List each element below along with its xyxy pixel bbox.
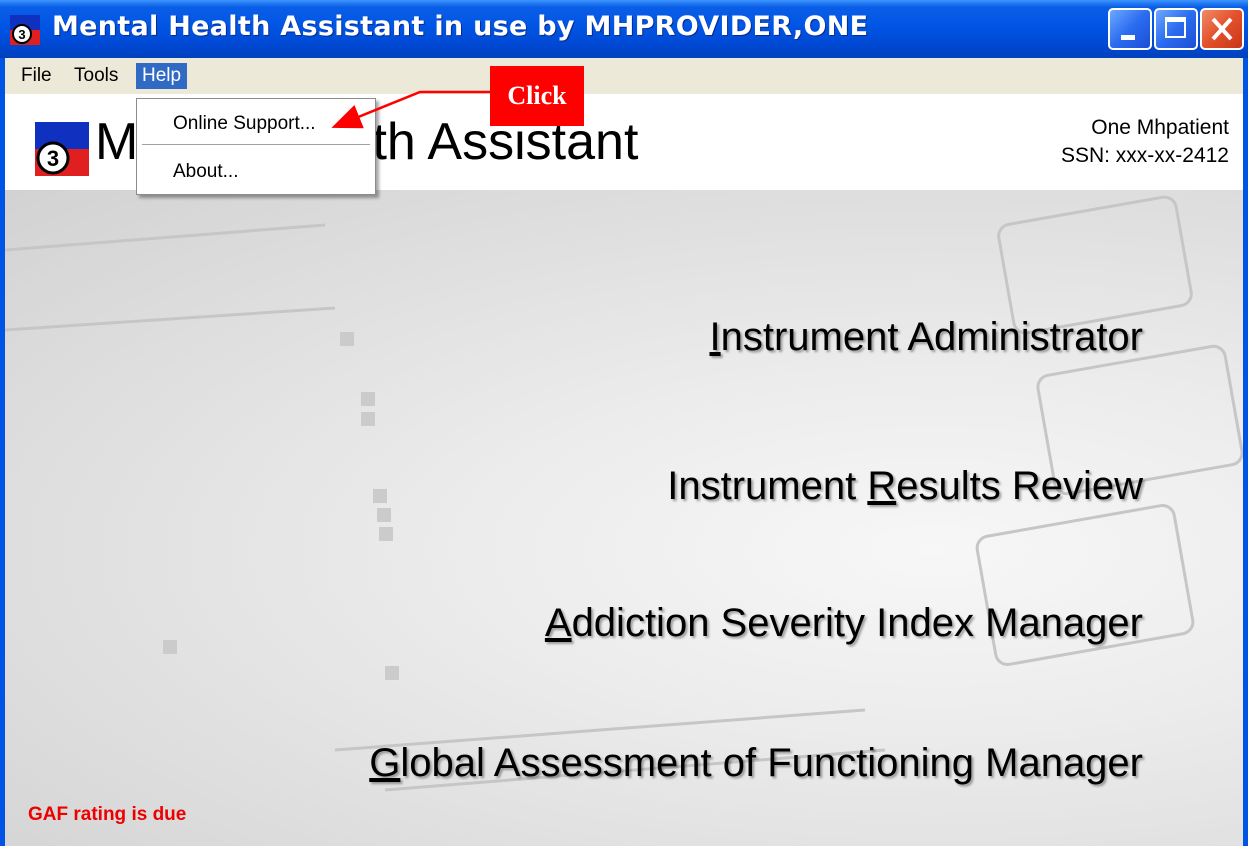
instrument-administrator-link[interactable]: Instrument Administrator [709, 315, 1143, 360]
menu-about[interactable]: About... [173, 161, 239, 183]
menu-bar: File Tools Help [5, 58, 1243, 94]
title-bar[interactable]: 3 Mental Health Assistant in use by MHPR… [0, 0, 1248, 58]
menu-online-support[interactable]: Online Support... [173, 113, 316, 135]
menu-file[interactable]: File [15, 63, 58, 89]
patient-ssn: SSN: xxx-xx-2412 [1060, 144, 1229, 167]
minimize-button[interactable] [1108, 8, 1152, 50]
maximize-icon [1165, 17, 1186, 38]
close-icon [1211, 17, 1233, 41]
client-area: File Tools Help 3 Mental Health Assistan… [5, 58, 1243, 846]
app-logo-icon: 3 [35, 122, 89, 176]
menu-help[interactable]: Help [136, 63, 188, 89]
app-window: 3 Mental Health Assistant in use by MHPR… [0, 0, 1248, 846]
status-message: GAF rating is due [28, 804, 187, 825]
close-button[interactable] [1200, 8, 1244, 50]
addiction-severity-index-manager-link[interactable]: Addiction Severity Index Manager [545, 601, 1143, 646]
click-callout: Click [490, 66, 584, 126]
gaf-manager-link[interactable]: Global Assessment of Functioning Manager [369, 741, 1143, 786]
app-logo-icon: 3 [10, 15, 40, 45]
svg-text:3: 3 [18, 27, 25, 42]
menu-tools[interactable]: Tools [68, 63, 124, 89]
window-title: Mental Health Assistant in use by MHPROV… [52, 11, 869, 42]
instrument-results-review-link[interactable]: Instrument Results Review [667, 464, 1143, 509]
main-panel: Instrument Administrator Instrument Resu… [5, 190, 1243, 846]
svg-text:3: 3 [47, 146, 59, 171]
menu-separator [142, 144, 370, 146]
maximize-button[interactable] [1154, 8, 1198, 50]
help-dropdown-menu: Online Support... About... [136, 98, 376, 195]
minimize-icon [1121, 35, 1135, 40]
patient-name: One Mhpatient [1091, 116, 1229, 139]
patient-info: One Mhpatient SSN: xxx-xx-2412 [1061, 114, 1229, 170]
